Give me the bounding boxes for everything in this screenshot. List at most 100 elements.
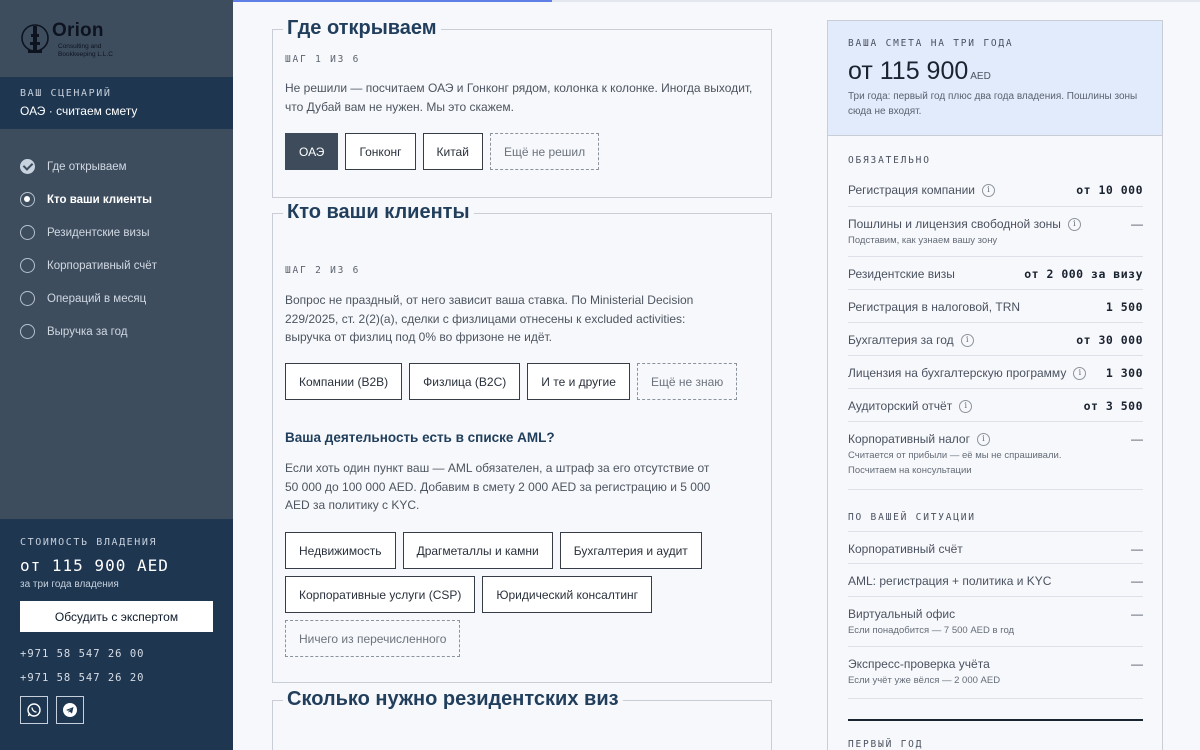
cost-row-name: AML: регистрация + политика и KYC	[848, 574, 1052, 588]
logo-subtitle: Consulting and Bookkeeping L.L.C	[58, 43, 113, 58]
step-title: Сколько нужно резидентских виз	[283, 688, 623, 711]
aml-legal-consulting-button[interactable]: Юридический консалтинг	[482, 576, 653, 613]
phone-link[interactable]: +971 58 547 26 00	[20, 648, 213, 660]
info-icon[interactable]: i	[960, 333, 974, 347]
cost-row-name: Регистрация компании i	[848, 183, 995, 197]
step-label: Корпоративный счёт	[47, 259, 157, 272]
info-icon[interactable]: i	[1067, 217, 1081, 231]
cost-row: Лицензия на бухгалтерскую программу i 1 3…	[848, 356, 1143, 389]
aml-none-button[interactable]: Ничего из перечисленного	[285, 620, 461, 657]
telegram-icon[interactable]	[56, 696, 84, 724]
option-dont-know-button[interactable]: Ещё не знаю	[636, 363, 738, 400]
cost-row-value: —	[1131, 542, 1143, 556]
option-b2c-button[interactable]: Физлица (B2C)	[409, 363, 521, 400]
option-china-button[interactable]: Китай	[422, 133, 483, 170]
logo[interactable]: Orion Consulting and Bookkeeping L.L.C	[0, 0, 233, 77]
section-divider	[848, 719, 1143, 721]
option-b2b-button[interactable]: Компании (B2B)	[285, 363, 403, 400]
cost-row: Аудиторский отчёт i от 3 500	[848, 389, 1143, 422]
aml-csp-button[interactable]: Корпоративные услуги (CSP)	[285, 576, 476, 613]
estimate-label: ВАША СМЕТА НА ТРИ ГОДА	[848, 38, 1014, 49]
step-description: Вопрос не праздный, от него зависит ваша…	[285, 293, 694, 344]
info-icon[interactable]: i	[1073, 366, 1087, 380]
cost-row-name: Лицензия на бухгалтерскую программу i	[848, 366, 1087, 380]
cost-row-value: от 3 500	[1083, 399, 1143, 413]
option-undecided-button[interactable]: Ещё не решил	[489, 133, 600, 170]
step-where[interactable]: Где открываем	[20, 150, 157, 183]
cost-row: Пошлины и лицензия свободной зоны i — Под…	[848, 207, 1143, 257]
step-clients[interactable]: Кто ваши клиенты	[20, 183, 157, 216]
step-pending-icon	[20, 225, 35, 240]
option-uae-button[interactable]: ОАЭ	[285, 133, 339, 170]
cost-row: Бухгалтерия за год i от 30 000	[848, 323, 1143, 356]
logo-name: Orion	[52, 20, 104, 41]
cost-row-value: —	[1131, 432, 1143, 446]
cost-row-name: Экспресс-проверка учёта	[848, 657, 990, 671]
step-label: Выручка за год	[47, 325, 128, 338]
step-operations[interactable]: Операций в месяц	[20, 282, 157, 315]
aml-accounting-audit-button[interactable]: Бухгалтерия и аудит	[559, 532, 702, 569]
step-current-icon	[20, 192, 35, 207]
step-pending-icon	[20, 258, 35, 273]
first-year-label: ПЕРВЫЙ ГОД	[848, 739, 924, 750]
ownership-cost-note: за три года владения	[20, 579, 119, 590]
cost-row-value: от 2 000 за визу	[1024, 267, 1143, 281]
ownership-cost-label: СТОИМОСТЬ ВЛАДЕНИЯ	[20, 537, 158, 548]
steps-nav: Где открываем Кто ваши клиенты Резидентс…	[20, 150, 157, 348]
estimate-total-value: от 115 900	[848, 57, 969, 85]
whatsapp-icon[interactable]	[20, 696, 48, 724]
cost-row-note: Подставим, как узнаем вашу зону	[848, 235, 998, 246]
scenario-box: ВАШ СЦЕНАРИЙ ОАЭ · считаем смету	[0, 77, 233, 129]
step-counter: ШАГ 2 ИЗ 6	[285, 265, 361, 276]
cost-row-value: —	[1131, 657, 1143, 671]
progress-bar	[233, 0, 1200, 2]
cost-row-name: Регистрация в налоговой, TRN	[848, 300, 1021, 314]
ownership-cost-value: от 115 900 AED	[20, 556, 169, 575]
sidebar: Orion Consulting and Bookkeeping L.L.C В…	[0, 0, 233, 750]
cost-row-value: от 30 000	[1076, 333, 1143, 347]
cost-row-name: Корпоративный налог i	[848, 432, 990, 446]
phone-link[interactable]: +971 58 547 26 20	[20, 672, 213, 684]
cost-row-value: —	[1131, 217, 1143, 231]
aml-title: Ваша деятельность есть в списке AML?	[285, 430, 555, 445]
info-icon[interactable]: i	[982, 183, 995, 197]
step-visas[interactable]: Резидентские визы	[20, 216, 157, 249]
social-links	[20, 696, 213, 724]
discuss-with-expert-button[interactable]: Обсудить с экспертом	[20, 601, 213, 632]
aml-options-row-2: Корпоративные услуги (CSP) Юридический к…	[285, 576, 653, 613]
step-description: Не решили — посчитаем ОАЭ и Гонконг рядо…	[285, 81, 753, 114]
cost-row-note: Считается от прибыли — её мы не спрашива…	[848, 450, 1062, 476]
scenario-value: ОАЭ · считаем смету	[20, 104, 138, 118]
aml-real-estate-button[interactable]: Недвижимость	[285, 532, 396, 569]
cost-row-name: Бухгалтерия за год i	[848, 333, 974, 347]
cost-row: Виртуальный офис — Если понадобится — 7 …	[848, 597, 1143, 647]
client-options: Компании (B2B) Физлица (B2C) И те и друг…	[285, 363, 738, 400]
cost-row: Резидентские визы от 2 000 за визу	[848, 257, 1143, 290]
step-label: Где открываем	[47, 160, 127, 173]
option-both-button[interactable]: И те и другие	[527, 363, 630, 400]
estimate-currency: AED	[970, 71, 991, 82]
aml-options-row-3: Ничего из перечисленного	[285, 620, 461, 657]
step-bank-account[interactable]: Корпоративный счёт	[20, 249, 157, 282]
option-hongkong-button[interactable]: Гонконг	[345, 133, 416, 170]
aml-description: Если хоть один пункт ваш — AML обязателе…	[285, 461, 711, 512]
estimate-note: Три года: первый год плюс два года владе…	[848, 91, 1138, 117]
required-section-label: ОБЯЗАТЕЛЬНО	[848, 155, 931, 166]
info-icon[interactable]: i	[959, 399, 973, 413]
step-card-where: Где открываем ШАГ 1 ИЗ 6 Не решили — пос…	[272, 17, 772, 198]
cost-row: AML: регистрация + политика и KYC —	[848, 564, 1143, 597]
estimate-panel: ВАША СМЕТА НА ТРИ ГОДА от 115 900 AED Три…	[827, 20, 1163, 750]
cost-row-value: 1 500	[1105, 300, 1143, 314]
aml-precious-metals-button[interactable]: Драгметаллы и камни	[402, 532, 553, 569]
cost-row-name: Резидентские визы	[848, 267, 955, 281]
cost-row: Корпоративный счёт —	[848, 531, 1143, 564]
info-icon[interactable]: i	[976, 432, 990, 446]
cost-row-note: Если понадобится — 7 500 AED в год	[848, 625, 1015, 636]
estimate-header: ВАША СМЕТА НА ТРИ ГОДА от 115 900 AED Три…	[828, 21, 1162, 136]
ownership-cost-box: СТОИМОСТЬ ВЛАДЕНИЯ от 115 900 AED за три…	[0, 519, 233, 750]
step-pending-icon	[20, 291, 35, 306]
scenario-label: ВАШ СЦЕНАРИЙ	[20, 88, 112, 99]
step-revenue[interactable]: Выручка за год	[20, 315, 157, 348]
step-label: Операций в месяц	[47, 292, 147, 305]
step-counter: ШАГ 1 ИЗ 6	[285, 54, 361, 65]
